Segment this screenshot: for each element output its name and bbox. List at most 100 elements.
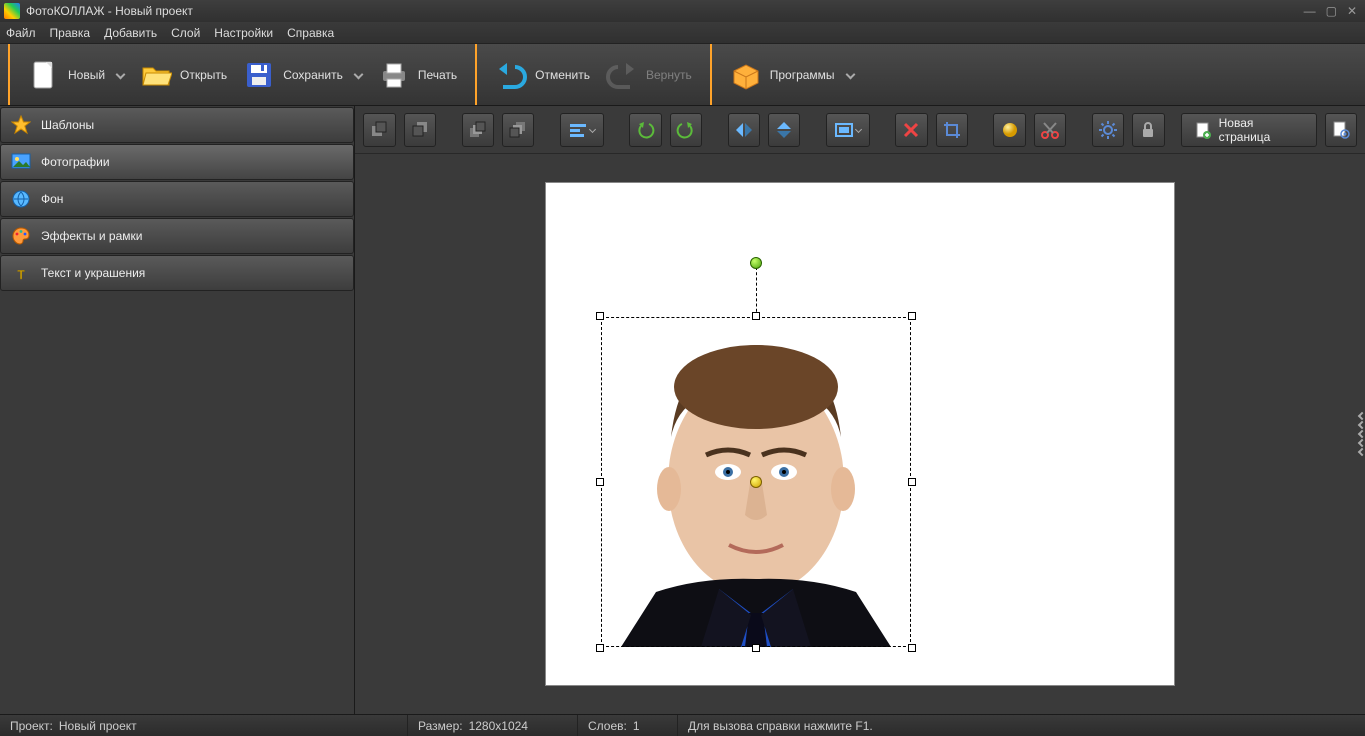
crop-button[interactable] <box>936 113 968 147</box>
redo-icon <box>606 59 638 91</box>
sidebar-label: Фон <box>41 192 63 206</box>
file-new-icon <box>28 59 60 91</box>
sidebar-item-effects[interactable]: Эффекты и рамки <box>0 218 354 254</box>
align-icon <box>568 120 588 140</box>
status-hint-text: Для вызова справки нажмите F1. <box>688 719 873 733</box>
gear-icon <box>1098 120 1118 140</box>
app-icon <box>4 3 20 19</box>
close-button[interactable]: ✕ <box>1347 4 1357 18</box>
globe-icon <box>11 189 31 209</box>
send-backward-button[interactable] <box>404 113 436 147</box>
palette-icon <box>11 226 31 246</box>
sidebar-label: Фотографии <box>41 155 110 169</box>
status-size: Размер: 1280x1024 <box>408 715 578 736</box>
status-hint: Для вызова справки нажмите F1. <box>678 715 1365 736</box>
menu-help[interactable]: Справка <box>287 26 334 40</box>
rotation-handle[interactable] <box>750 257 762 269</box>
sidebar-item-photos[interactable]: Фотографии <box>0 144 354 180</box>
canvas-area[interactable] <box>355 154 1365 714</box>
programs-button[interactable]: Программы <box>722 53 862 97</box>
fit-icon <box>834 120 854 140</box>
menu-layer[interactable]: Слой <box>171 26 200 40</box>
new-page-button[interactable]: Новая страница <box>1181 113 1317 147</box>
side-panel: Шаблоны Фотографии Фон Эффекты и рамки T… <box>0 106 355 714</box>
open-label: Открыть <box>180 68 227 82</box>
resize-handle-tr[interactable] <box>908 312 916 320</box>
resize-handle-mr[interactable] <box>908 478 916 486</box>
status-bar: Проект: Новый проект Размер: 1280x1024 С… <box>0 714 1365 736</box>
rotation-line <box>756 267 757 317</box>
chevron-down-icon <box>353 70 363 80</box>
main-toolbar: Новый Открыть Сохранить Печать Отменить … <box>0 44 1365 106</box>
toolbar-group-edit: Отменить Вернуть <box>475 44 710 105</box>
print-button[interactable]: Печать <box>370 53 465 97</box>
rotate-left-button[interactable] <box>629 113 661 147</box>
resize-handle-ml[interactable] <box>596 478 604 486</box>
menu-settings[interactable]: Настройки <box>214 26 273 40</box>
sidebar-item-templates[interactable]: Шаблоны <box>0 107 354 143</box>
crop-icon <box>942 120 962 140</box>
page-settings-button[interactable] <box>1325 113 1357 147</box>
right-panel-expand-handle[interactable] <box>1359 413 1365 455</box>
minimize-button[interactable]: — <box>1304 4 1316 18</box>
cut-button[interactable] <box>1034 113 1066 147</box>
undo-label: Отменить <box>535 68 590 82</box>
send-back-button[interactable] <box>502 113 534 147</box>
programs-label: Программы <box>770 68 835 82</box>
save-button[interactable]: Сохранить <box>235 53 370 97</box>
undo-button[interactable]: Отменить <box>487 53 598 97</box>
layer-backward-icon <box>410 120 430 140</box>
picture-icon <box>11 152 31 172</box>
status-layers: Слоев: 1 <box>578 715 678 736</box>
chevron-down-icon <box>855 126 862 133</box>
layer-back-icon <box>508 120 528 140</box>
bring-forward-button[interactable] <box>363 113 395 147</box>
open-button[interactable]: Открыть <box>132 53 235 97</box>
redo-button[interactable]: Вернуть <box>598 53 700 97</box>
fit-button[interactable] <box>826 113 870 147</box>
box-icon <box>730 59 762 91</box>
main-content: Шаблоны Фотографии Фон Эффекты и рамки T… <box>0 106 1365 714</box>
layer-front-icon <box>468 120 488 140</box>
resize-handle-bl[interactable] <box>596 644 604 652</box>
resize-handle-br[interactable] <box>908 644 916 652</box>
toolbar-group-programs: Программы <box>710 44 872 105</box>
status-size-label: Размер: <box>418 719 463 733</box>
menu-edit[interactable]: Правка <box>50 26 91 40</box>
lock-button[interactable] <box>1132 113 1164 147</box>
bring-front-button[interactable] <box>462 113 494 147</box>
resize-handle-tm[interactable] <box>752 312 760 320</box>
printer-icon <box>378 59 410 91</box>
chevron-down-icon <box>116 70 126 80</box>
page-gear-icon <box>1331 120 1351 140</box>
color-button[interactable] <box>993 113 1025 147</box>
canvas-page[interactable] <box>545 182 1175 686</box>
rotate-right-button[interactable] <box>670 113 702 147</box>
sidebar-label: Текст и украшения <box>41 266 145 280</box>
selected-image-object[interactable] <box>601 317 911 647</box>
settings-button[interactable] <box>1092 113 1124 147</box>
sidebar-item-background[interactable]: Фон <box>0 181 354 217</box>
status-project: Проект: Новый проект <box>0 715 408 736</box>
flip-h-icon <box>734 120 754 140</box>
resize-handle-bm[interactable] <box>752 644 760 652</box>
maximize-button[interactable]: ▢ <box>1326 4 1337 18</box>
delete-button[interactable] <box>895 113 927 147</box>
sidebar-label: Шаблоны <box>41 118 94 132</box>
new-button[interactable]: Новый <box>20 53 132 97</box>
new-page-label: Новая страница <box>1219 116 1304 144</box>
flip-horizontal-button[interactable] <box>728 113 760 147</box>
menu-add[interactable]: Добавить <box>104 26 157 40</box>
rotate-right-icon <box>676 120 696 140</box>
status-layers-label: Слоев: <box>588 719 627 733</box>
resize-handle-tl[interactable] <box>596 312 604 320</box>
flip-vertical-button[interactable] <box>768 113 800 147</box>
status-size-value: 1280x1024 <box>469 719 528 733</box>
menu-bar: Файл Правка Добавить Слой Настройки Спра… <box>0 22 1365 44</box>
floppy-save-icon <box>243 59 275 91</box>
align-button[interactable] <box>560 113 604 147</box>
rotate-left-icon <box>635 120 655 140</box>
menu-file[interactable]: Файл <box>6 26 36 40</box>
sidebar-item-text[interactable]: T Текст и украшения <box>0 255 354 291</box>
svg-text:T: T <box>17 268 25 282</box>
